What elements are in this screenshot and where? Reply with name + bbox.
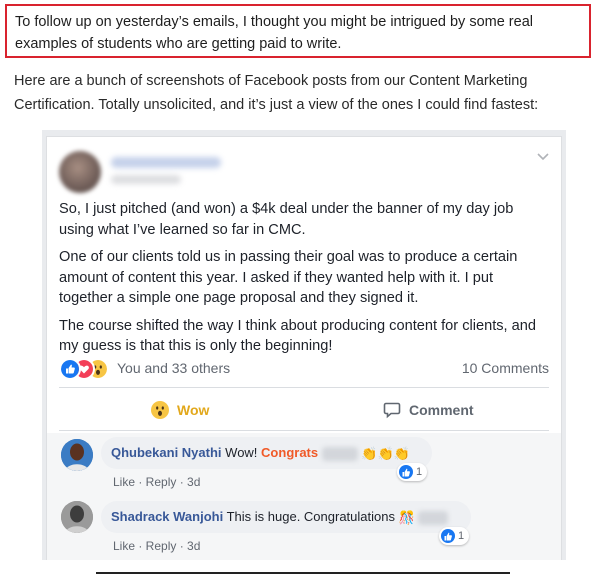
- post-body: So, I just pitched (and won) a $4k deal …: [59, 199, 549, 364]
- highlighted-intro-text: To follow up on yesterday’s emails, I th…: [15, 14, 533, 52]
- separator-line: [96, 572, 510, 574]
- comments-count-link[interactable]: 10 Comments: [462, 360, 549, 376]
- commenter-avatar[interactable]: [61, 439, 93, 471]
- comment-text: This is huge. Congratulations: [226, 509, 395, 524]
- comment-text: Wow!: [225, 445, 258, 460]
- post-card: So, I just pitched (and won) a $4k deal …: [46, 136, 562, 560]
- chevron-down-icon[interactable]: [537, 153, 549, 161]
- comment-bubble-icon: [383, 402, 401, 419]
- post-paragraph: The course shifted the way I think about…: [59, 317, 537, 355]
- like-reaction-icon: [59, 358, 81, 380]
- commenter-avatar[interactable]: [61, 501, 93, 533]
- wow-label: Wow: [177, 402, 210, 418]
- comment-like-count: 1: [416, 466, 423, 478]
- comment-bubble: Shadrack Wanjohi This is huge. Congratul…: [101, 501, 471, 533]
- post-meta-blurred: [111, 175, 181, 184]
- reaction-summary-bar[interactable]: You and 33 others 10 Comments: [59, 357, 549, 380]
- comment-accent-text: Congrats: [261, 445, 319, 460]
- comment-actions[interactable]: Like · Reply · 3d: [113, 475, 200, 489]
- highlighted-intro-box: To follow up on yesterday’s emails, I th…: [5, 4, 591, 58]
- facebook-post-screenshot: So, I just pitched (and won) a $4k deal …: [42, 130, 566, 560]
- person-photo-icon: [61, 501, 93, 533]
- post-paragraph: One of our clients told us in passing th…: [59, 249, 518, 306]
- divider: [59, 430, 549, 431]
- reaction-count-text: You and 33 others: [117, 360, 231, 376]
- comment-button[interactable]: Comment: [383, 394, 474, 426]
- commenter-name-link[interactable]: Shadrack Wanjohi: [111, 509, 223, 524]
- comments-section: Qhubekani Nyathi Wow! Congrats 👏👏👏 1 Lik…: [47, 433, 561, 560]
- author-avatar-blurred: [59, 151, 101, 193]
- comment-like-badge[interactable]: 1: [439, 527, 470, 545]
- confetti-emoji: 🎊: [398, 509, 415, 525]
- author-name-blurred: [111, 157, 221, 168]
- post-paragraph: So, I just pitched (and won) a $4k deal …: [59, 201, 514, 238]
- comment-actions[interactable]: Like · Reply · 3d: [113, 539, 200, 553]
- wow-face-icon: [151, 401, 169, 419]
- redacted-text: [321, 446, 358, 461]
- comment-like-badge[interactable]: 1: [397, 463, 428, 481]
- comment-label: Comment: [409, 402, 474, 418]
- thumbs-up-icon: [441, 529, 455, 543]
- redacted-text: [418, 510, 449, 525]
- commenter-name-link[interactable]: Qhubekani Nyathi: [111, 445, 222, 460]
- intro-paragraph: Here are a bunch of screenshots of Faceb…: [14, 73, 539, 113]
- person-photo-icon: [61, 439, 93, 471]
- divider: [59, 387, 549, 388]
- thumbs-up-icon: [399, 465, 413, 479]
- wow-reaction-button[interactable]: Wow: [151, 394, 209, 426]
- comment-bubble: Qhubekani Nyathi Wow! Congrats 👏👏👏: [101, 437, 432, 469]
- comment-like-count: 1: [458, 530, 465, 542]
